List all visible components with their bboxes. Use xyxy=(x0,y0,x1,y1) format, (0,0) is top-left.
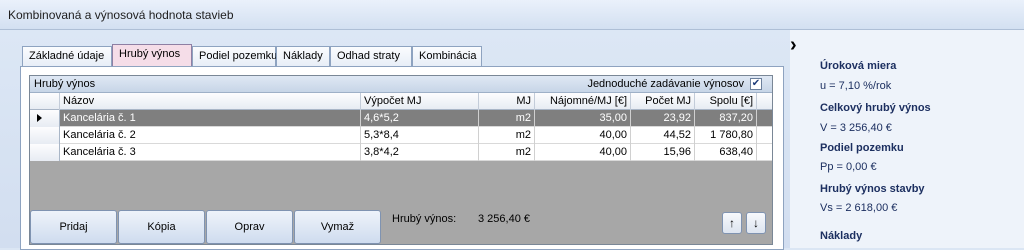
building-yield-value: Vs = 2 618,00 € xyxy=(820,202,898,214)
gross-yield-value: V = 3 256,40 € xyxy=(820,122,892,134)
cell-total[interactable]: 638,40 xyxy=(695,144,757,161)
building-yield-title: Hrubý výnos stavby xyxy=(820,183,925,195)
row-indicator[interactable] xyxy=(30,127,60,144)
delete-button[interactable]: Vymaž xyxy=(294,210,381,244)
costs-title: Náklady xyxy=(820,230,863,242)
tab-land-share[interactable]: Podiel pozemku xyxy=(192,46,278,66)
cell-unit[interactable]: m2 xyxy=(479,144,535,161)
add-button[interactable]: Pridaj xyxy=(30,210,117,244)
move-up-button[interactable]: ↑ xyxy=(722,212,742,234)
cell-unit[interactable]: m2 xyxy=(479,127,535,144)
total-value: 3 256,40 € xyxy=(478,213,530,225)
cell-count[interactable]: 44,52 xyxy=(631,127,695,144)
collapse-chevron-icon[interactable]: › xyxy=(790,35,806,55)
column-header-calc[interactable]: Výpočet MJ xyxy=(361,93,479,110)
header-indicator xyxy=(30,93,60,110)
cell-rent[interactable]: 40,00 xyxy=(535,127,631,144)
cell-rent[interactable]: 40,00 xyxy=(535,144,631,161)
cell-calc[interactable]: 4,6*5,2 xyxy=(361,110,479,127)
arrow-up-icon: ↑ xyxy=(729,216,735,230)
column-header-count[interactable]: Počet MJ xyxy=(631,93,695,110)
grid-caption-title: Hrubý výnos xyxy=(34,78,96,90)
cell-count[interactable]: 23,92 xyxy=(631,110,695,127)
column-header-rent[interactable]: Nájomné/MJ [€] xyxy=(535,93,631,110)
column-header-unit[interactable]: MJ xyxy=(479,93,535,110)
tab-label: Hrubý výnos xyxy=(119,48,181,60)
table-row[interactable]: Kancelária č. 2 5,3*8,4 m2 40,00 44,52 1… xyxy=(30,127,772,144)
simple-entry-label: Jednoduché zadávanie výnosov xyxy=(587,78,744,90)
summary-sidebar: › Úroková miera u = 7,10 %/rok Celkový h… xyxy=(790,30,1024,248)
arrow-down-icon: ↓ xyxy=(753,216,759,230)
tab-combination[interactable]: Kombinácia xyxy=(412,46,482,66)
tab-label: Kombinácia xyxy=(419,50,477,62)
tab-gross-yield[interactable]: Hrubý výnos xyxy=(112,44,192,67)
cell-unit[interactable]: m2 xyxy=(479,110,535,127)
tab-label: Náklady xyxy=(283,50,323,62)
cell-total[interactable]: 1 780,80 xyxy=(695,127,757,144)
current-row-arrow-icon xyxy=(37,114,42,122)
edit-button[interactable]: Oprav xyxy=(206,210,293,244)
cell-count[interactable]: 15,96 xyxy=(631,144,695,161)
cell-name[interactable]: Kancelária č. 1 xyxy=(60,110,361,127)
rate-title: Úroková miera xyxy=(820,60,897,72)
window-title: Kombinovaná a výnosová hodnota stavieb xyxy=(8,8,234,22)
column-header-name[interactable]: Názov xyxy=(60,93,361,110)
tab-label: Základné údaje xyxy=(29,50,105,62)
row-indicator[interactable] xyxy=(30,110,60,127)
cell-name[interactable]: Kancelária č. 2 xyxy=(60,127,361,144)
tab-label: Podiel pozemku xyxy=(199,50,278,62)
tab-loss-estimate[interactable]: Odhad straty xyxy=(330,46,412,66)
cell-calc[interactable]: 3,8*4,2 xyxy=(361,144,479,161)
simple-entry-checkbox[interactable]: ✔ xyxy=(750,78,762,90)
gross-yield-title: Celkový hrubý výnos xyxy=(820,102,931,114)
tab-basic-data[interactable]: Základné údaje xyxy=(22,46,112,66)
row-indicator[interactable] xyxy=(30,144,60,161)
title-bar: Kombinovaná a výnosová hodnota stavieb xyxy=(0,0,1024,30)
move-down-button[interactable]: ↓ xyxy=(746,212,766,234)
column-header-total[interactable]: Spolu [€] xyxy=(695,93,757,110)
land-share-title: Podiel pozemku xyxy=(820,142,904,154)
table-row[interactable]: Kancelária č. 3 3,8*4,2 m2 40,00 15,96 6… xyxy=(30,144,772,161)
grid-header: Názov Výpočet MJ MJ Nájomné/MJ [€] Počet… xyxy=(30,93,772,110)
copy-button[interactable]: Kópia xyxy=(118,210,205,244)
grid-rows: Kancelária č. 1 4,6*5,2 m2 35,00 23,92 8… xyxy=(30,110,772,161)
land-share-value: Pp = 0,00 € xyxy=(820,161,877,173)
tab-label: Odhad straty xyxy=(337,50,400,62)
total-label: Hrubý výnos: xyxy=(392,213,457,225)
cell-total[interactable]: 837,20 xyxy=(695,110,757,127)
cell-calc[interactable]: 5,3*8,4 xyxy=(361,127,479,144)
grid-caption: Hrubý výnos Jednoduché zadávanie výnosov… xyxy=(30,76,772,93)
rate-value: u = 7,10 %/rok xyxy=(820,80,892,92)
cell-name[interactable]: Kancelária č. 3 xyxy=(60,144,361,161)
cell-rent[interactable]: 35,00 xyxy=(535,110,631,127)
table-row[interactable]: Kancelária č. 1 4,6*5,2 m2 35,00 23,92 8… xyxy=(30,110,772,127)
tab-costs[interactable]: Náklady xyxy=(276,46,330,66)
